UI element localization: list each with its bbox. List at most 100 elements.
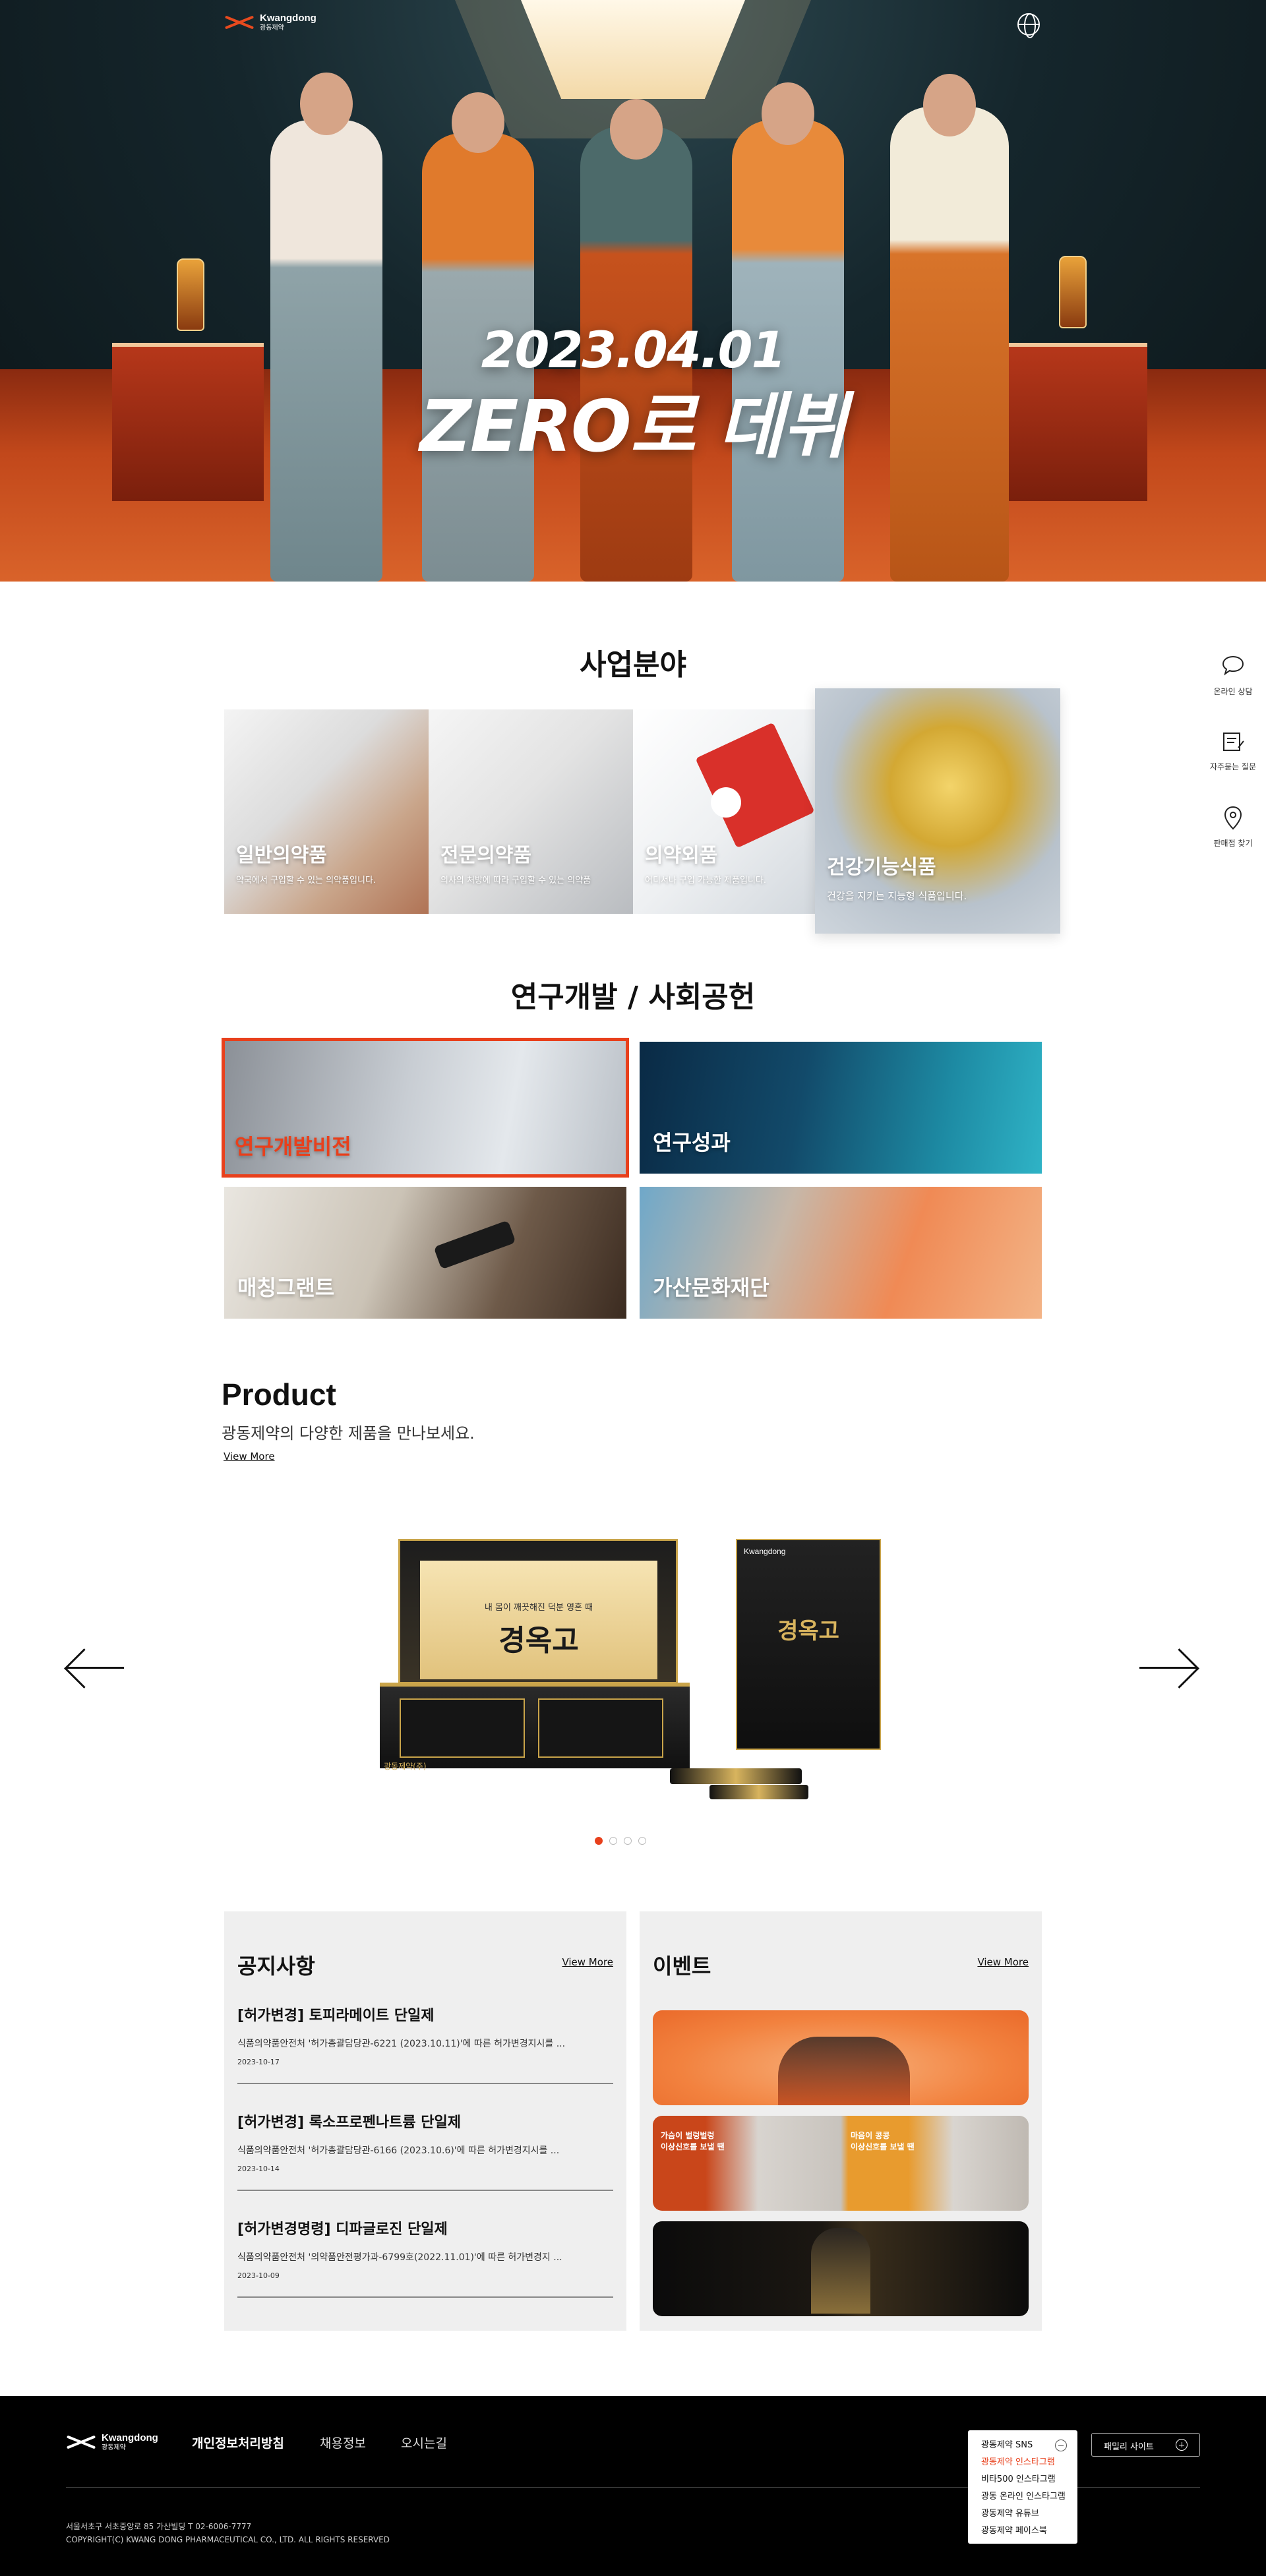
notice-item-title: [허가변경명령] 디파글로진 단일제 — [237, 2221, 448, 2238]
product-maker-label: 광동제약(주) — [384, 1762, 427, 1771]
notice-item[interactable]: [허가변경] 록소프로펜나트륨 단일제 식품의약품안전처 '허가총괄담당관-61… — [237, 2111, 613, 2191]
cross-icon — [711, 787, 741, 818]
quick-menu-label: 온라인 상담 — [1213, 687, 1253, 696]
hero-banner[interactable]: 2023.04.01 ZERO로 데뷔 — [0, 0, 1266, 582]
product-slide-image[interactable]: 내 몸이 깨끗해진 덕분 영혼 때 경옥고 광동제약(주) Kwangdong … — [367, 1538, 894, 1801]
event-view-more-link[interactable]: View More — [977, 1956, 1029, 1968]
minus-icon[interactable] — [1055, 2440, 1067, 2451]
product-package-brand: Kwangdong — [744, 1547, 786, 1556]
rd-tile-foundation[interactable]: 가산문화재단 — [640, 1187, 1042, 1319]
notice-item-date: 2023-10-09 — [237, 2271, 280, 2280]
event-banner-text: 마음이 콩콩 이상신호를 보낼 땐 — [851, 2131, 915, 2151]
footer-link-privacy[interactable]: 개인정보처리방침 — [192, 2434, 284, 2451]
quick-menu-faq[interactable]: 자주묻는 질문 — [1195, 728, 1266, 772]
rd-tile-title: 가산문화재단 — [653, 1275, 769, 1300]
product-box-caption: 내 몸이 깨끗해진 덕분 영혼 때 — [484, 1603, 593, 1613]
notice-item-body: 식품의약품안전처 '의약품안전평가과-6799호(2022.11.01)'에 따… — [237, 2252, 562, 2263]
quick-menu-store-finder[interactable]: 판매점 찾기 — [1195, 804, 1266, 849]
logo-mark-icon — [224, 16, 255, 28]
member-head — [923, 74, 976, 136]
business-tile-otc[interactable]: 일반의약품 약국에서 구입할 수 있는 의약품입니다. — [224, 709, 429, 914]
business-tile-title: 의약외품 — [645, 844, 718, 867]
notice-view-more-link[interactable]: View More — [562, 1956, 613, 1968]
business-tile-desc: 의사의 처방에 따라 구입할 수 있는 의약품 — [440, 876, 591, 885]
event-banner-2[interactable]: 가슴이 벌렁벌렁 이상신호를 보낼 땐 마음이 콩콩 이상신호를 보낼 땐 — [653, 2116, 1029, 2211]
notice-item-body: 식품의약품안전처 '허가총괄담당관-6221 (2023.10.11)'에 따른… — [237, 2039, 566, 2049]
logo-mark-icon — [66, 2436, 96, 2448]
sns-link-instagram[interactable]: 광동제약 인스타그램 — [981, 2454, 1077, 2471]
sns-dropdown[interactable]: 광동제약 SNS 광동제약 인스타그램 비타500 인스타그램 광동 온라인 인… — [968, 2430, 1077, 2544]
product-bottle-image — [1059, 256, 1087, 328]
pagination-dot[interactable] — [638, 1837, 646, 1845]
footer-copyright: COPYRIGHT(C) KWANG DONG PHARMACEUTICAL C… — [66, 2535, 390, 2545]
pagination-dot[interactable] — [624, 1837, 632, 1845]
product-stick-image — [709, 1785, 808, 1799]
rd-tile-vision[interactable]: 연구개발비전 — [222, 1038, 629, 1178]
business-tile-desc: 건강을 지키는 지능형 식품입니다. — [827, 890, 967, 902]
product-jar-image — [538, 1698, 663, 1758]
footer-link-directions[interactable]: 오시는길 — [401, 2434, 447, 2451]
gavel-image — [433, 1220, 516, 1270]
plus-icon — [1176, 2439, 1188, 2451]
logo-text-en: Kwangdong — [260, 13, 316, 24]
business-tile-quasi[interactable]: 의약외품 어디서나 구입 가능한 제품입니다. — [633, 709, 837, 914]
product-box-base: 광동제약(주) — [380, 1683, 690, 1771]
slider-pagination — [595, 1837, 646, 1845]
notice-item[interactable]: [허가변경] 토피라메이트 단일제 식품의약품안전처 '허가총괄담당관-6221… — [237, 2004, 613, 2084]
quick-menu-label: 자주묻는 질문 — [1209, 762, 1257, 771]
rd-tile-title: 연구개발비전 — [235, 1134, 351, 1159]
business-section-title: 사업분야 — [580, 648, 686, 682]
sns-link-youtube[interactable]: 광동제약 유튜브 — [981, 2505, 1077, 2523]
hero-headline: ZERO로 데뷔 — [419, 386, 848, 468]
quick-menu-online-consult[interactable]: 온라인 상담 — [1195, 653, 1266, 697]
arrow-right-icon[interactable] — [1137, 1645, 1200, 1691]
business-tile-desc: 약국에서 구입할 수 있는 의약품입니다. — [236, 876, 377, 885]
family-site-select[interactable]: 패밀리 사이트 — [1091, 2433, 1200, 2457]
product-package-name: 경옥고 — [777, 1618, 839, 1644]
business-tile-etc[interactable]: 전문의약품 의사의 처방에 따라 구입할 수 있는 의약품 — [429, 709, 633, 914]
rd-tile-results[interactable]: 연구성과 — [640, 1042, 1042, 1174]
quick-menu-label: 판매점 찾기 — [1213, 839, 1253, 848]
sns-link-online-instagram[interactable]: 광동 온라인 인스타그램 — [981, 2488, 1077, 2505]
business-tile-health[interactable]: 건강기능식품 건강을 지키는 지능형 식품입니다. — [815, 688, 1060, 934]
notice-item-title: [허가변경] 토피라메이트 단일제 — [237, 2008, 435, 2024]
footer-logo-text-ko: 광동제약 — [102, 2444, 126, 2451]
footer: Kwangdong 광동제약 개인정보처리방침 채용정보 오시는길 서울서초구 … — [0, 2396, 1266, 2576]
business-tile-title: 전문의약품 — [440, 844, 531, 867]
footer-logo[interactable]: Kwangdong 광동제약 — [66, 2433, 158, 2451]
notice-item-date: 2023-10-14 — [237, 2165, 280, 2173]
sns-link-vita500-instagram[interactable]: 비타500 인스타그램 — [981, 2471, 1077, 2488]
product-view-more-link[interactable]: View More — [224, 1451, 275, 1462]
pagination-dot[interactable] — [595, 1837, 603, 1845]
globe-icon[interactable] — [1017, 13, 1040, 38]
rd-section-title: 연구개발 / 사회공헌 — [510, 980, 756, 1014]
sns-link-facebook[interactable]: 광동제약 페이스북 — [981, 2523, 1077, 2540]
notice-card: 공지사항 View More [허가변경] 토피라메이트 단일제 식품의약품안전… — [224, 1911, 626, 2331]
rd-tile-matching-grant[interactable]: 매칭그랜트 — [224, 1187, 626, 1319]
product-box-inner: 내 몸이 깨끗해진 덕분 영혼 때 경옥고 — [420, 1561, 657, 1679]
notice-item-date: 2023-10-17 — [237, 2058, 280, 2066]
product-package-box: Kwangdong 경옥고 — [736, 1539, 881, 1750]
footer-logo-text-en: Kwangdong — [102, 2432, 158, 2443]
business-tile-desc: 어디서나 구입 가능한 제품입니다. — [645, 876, 766, 885]
member-head — [300, 73, 353, 135]
faq-note-icon — [1220, 728, 1246, 754]
event-banner-members-image — [778, 2037, 910, 2105]
footer-address: 서울서초구 서초중앙로 85 가산빌딩 T 02-6006-7777 — [66, 2522, 252, 2531]
pagination-dot[interactable] — [609, 1837, 617, 1845]
notice-item[interactable]: [허가변경명령] 디파글로진 단일제 식품의약품안전처 '의약품안전평가과-67… — [237, 2217, 613, 2298]
rd-tile-title: 매칭그랜트 — [237, 1275, 335, 1300]
logo-text-ko: 광동제약 — [260, 24, 284, 32]
header-logo[interactable]: Kwangdong 광동제약 — [224, 13, 316, 32]
product-box-lid: 내 몸이 깨끗해진 덕분 영혼 때 경옥고 — [398, 1539, 678, 1684]
event-card: 이벤트 View More 가슴이 벌렁벌렁 이상신호를 보낼 땐 마음이 콩콩… — [640, 1911, 1042, 2331]
product-jar-image — [400, 1698, 525, 1758]
business-tile-title: 건강기능식품 — [827, 856, 936, 879]
location-pin-icon — [1220, 804, 1246, 831]
notice-item-body: 식품의약품안전처 '허가총괄담당관-6166 (2023.10.6)'에 따른 … — [237, 2145, 560, 2156]
footer-link-careers[interactable]: 채용정보 — [320, 2434, 366, 2451]
arrow-left-icon[interactable] — [63, 1645, 127, 1691]
event-banner-1[interactable] — [653, 2010, 1029, 2105]
product-stick-image — [670, 1768, 802, 1784]
event-banner-3[interactable] — [653, 2221, 1029, 2316]
